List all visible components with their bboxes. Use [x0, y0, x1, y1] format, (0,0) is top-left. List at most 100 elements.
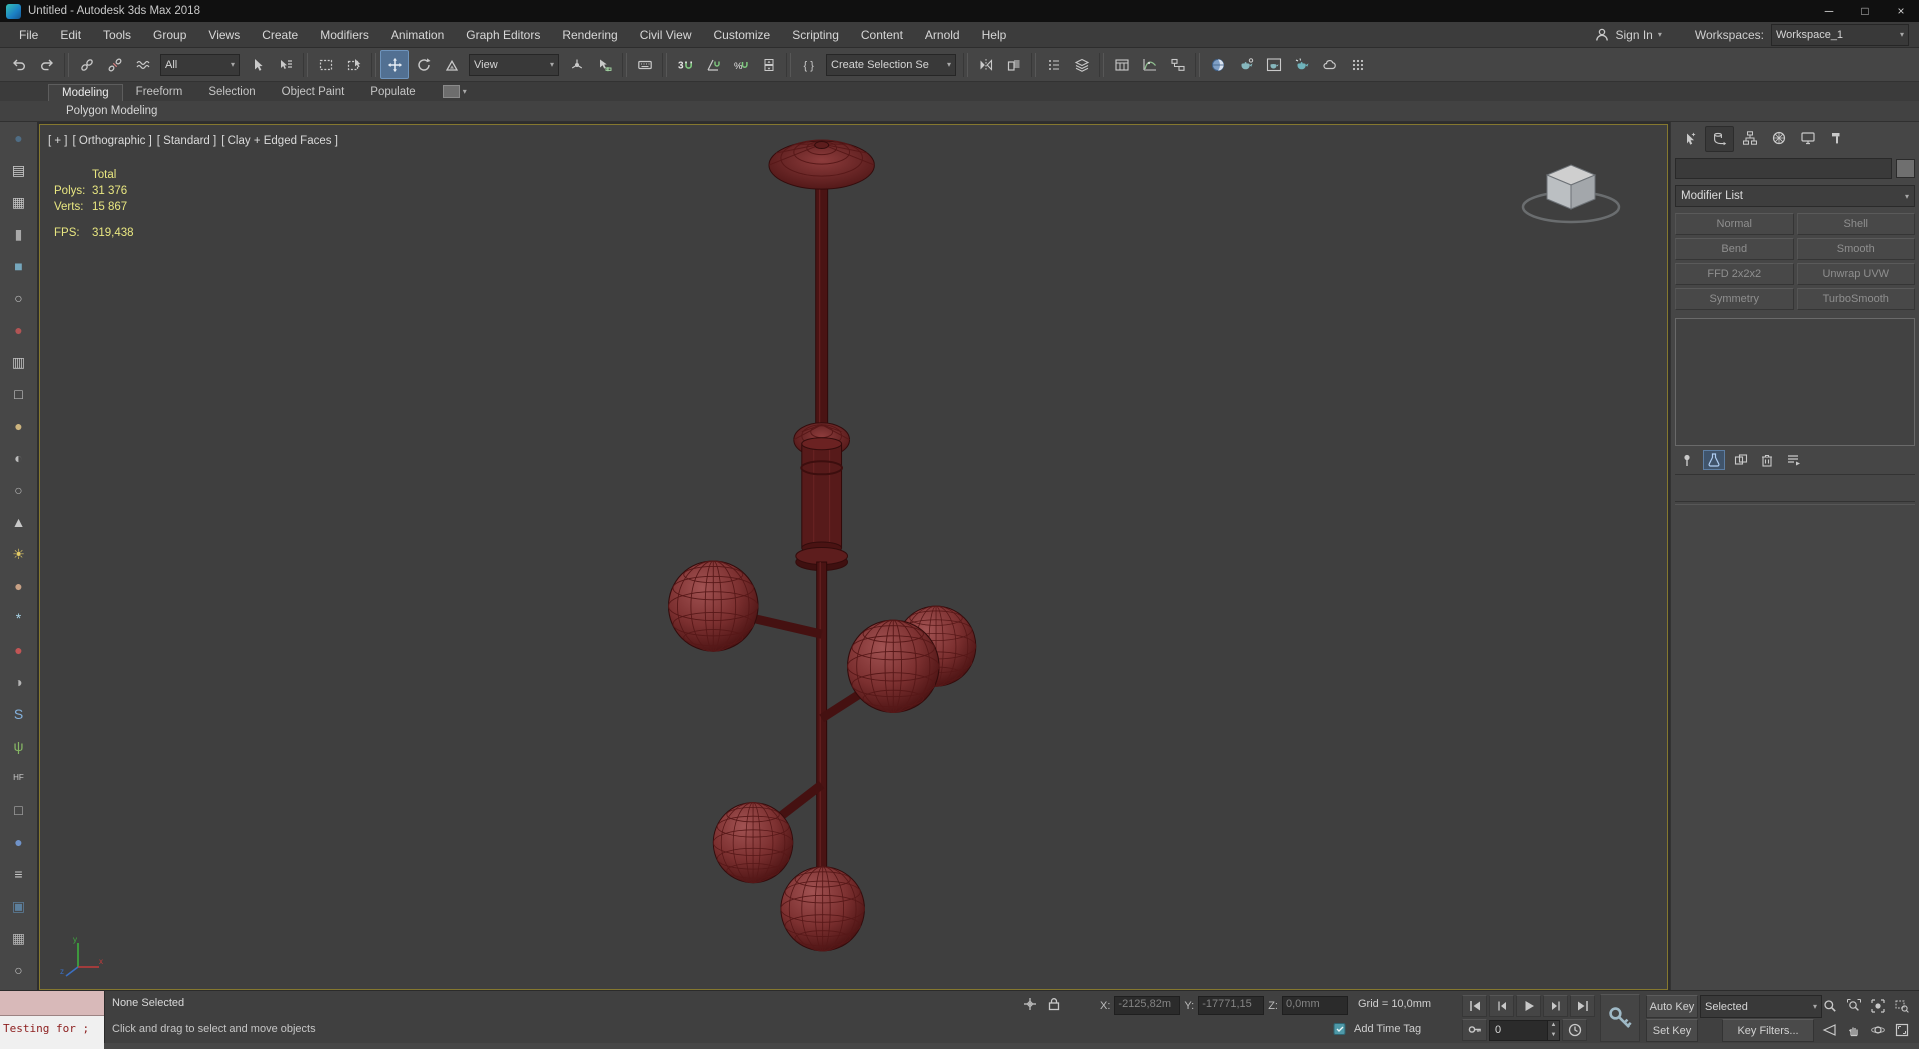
absolute-mode-toggle[interactable] [1022, 996, 1038, 1012]
render-in-cloud-icon[interactable] [1316, 51, 1343, 78]
close-button[interactable]: × [1883, 0, 1919, 22]
modifier-button-smooth[interactable]: Smooth [1796, 238, 1915, 260]
autodesk-app-store-icon[interactable] [1344, 51, 1371, 78]
menu-civil-view[interactable]: Civil View [629, 22, 703, 47]
modifier-button-shell[interactable]: Shell [1796, 213, 1915, 235]
left-tool-13-icon[interactable]: ▲ [7, 510, 30, 533]
selection-filter-dropdown[interactable]: All ▾ [160, 53, 240, 76]
maxscript-mini-listener[interactable]: Testing for ; [0, 991, 105, 1049]
menu-tools[interactable]: Tools [92, 22, 142, 47]
left-tool-8-icon[interactable]: ▥ [7, 350, 30, 373]
viewcube[interactable] [1501, 149, 1641, 239]
pan-view-button[interactable] [1842, 1018, 1865, 1041]
toggle-scene-explorer-icon[interactable] [1040, 51, 1067, 78]
previous-frame-button[interactable] [1489, 995, 1514, 1017]
command-tab-create[interactable] [1676, 126, 1703, 150]
workspace-dropdown[interactable]: Workspace_1 ▾ [1771, 23, 1909, 46]
left-tool-27-icon[interactable]: ○ [7, 958, 30, 981]
left-tool-6-icon[interactable]: ○ [7, 286, 30, 309]
select-by-name-icon[interactable] [272, 51, 299, 78]
left-tool-10-icon[interactable]: ● [7, 414, 30, 437]
left-tool-17-icon[interactable]: ● [7, 638, 30, 661]
left-tool-14-icon[interactable]: ☀ [7, 542, 30, 565]
left-tool-9-icon[interactable]: □ [7, 382, 30, 405]
render-setup-icon[interactable] [1232, 51, 1259, 78]
left-tool-11-icon[interactable]: ◐ [7, 446, 30, 469]
left-tool-5-icon[interactable]: ■ [7, 254, 30, 277]
show-end-result-button[interactable] [1703, 450, 1725, 470]
window-crossing-icon[interactable] [340, 51, 367, 78]
zoom-button[interactable] [1818, 994, 1841, 1017]
menu-content[interactable]: Content [850, 22, 914, 47]
key-mode-toggle[interactable] [1462, 1019, 1487, 1041]
pin-stack-button[interactable] [1677, 451, 1697, 469]
spinner-snap-toggle-icon[interactable] [755, 51, 782, 78]
left-tool-22-icon[interactable]: □ [7, 798, 30, 821]
left-tool-18-icon[interactable]: ◑ [7, 670, 30, 693]
go-to-start-button[interactable] [1462, 995, 1487, 1017]
macro-recorder-line[interactable] [0, 991, 104, 1016]
menu-views[interactable]: Views [197, 22, 251, 47]
field-of-view-button[interactable] [1818, 1018, 1841, 1041]
command-tab-hierarchy[interactable] [1736, 126, 1763, 150]
x-coordinate-field[interactable]: -2125,82m [1114, 996, 1181, 1015]
modifier-button-normal[interactable]: Normal [1675, 213, 1794, 235]
listener-line[interactable]: Testing for ; [0, 1016, 104, 1049]
auto-key-button[interactable]: Auto Key [1646, 995, 1698, 1018]
configure-modifier-sets-button[interactable] [1783, 451, 1803, 469]
left-tool-26-icon[interactable]: ▦ [7, 926, 30, 949]
modifier-list-dropdown[interactable]: Modifier List ▾ [1675, 185, 1915, 207]
toggle-layer-explorer-icon[interactable] [1068, 51, 1095, 78]
maximize-button[interactable]: □ [1847, 0, 1883, 22]
menu-edit[interactable]: Edit [49, 22, 92, 47]
modifier-button-symmetry[interactable]: Symmetry [1675, 288, 1794, 310]
object-name-field[interactable] [1675, 158, 1892, 179]
render-production-icon[interactable] [1288, 51, 1315, 78]
left-tool-4-icon[interactable]: ▮ [7, 222, 30, 245]
redo-icon[interactable] [33, 51, 60, 78]
ribbon-options-button[interactable]: ▾ [442, 85, 467, 101]
keyboard-shortcut-override-icon[interactable] [631, 51, 658, 78]
left-tool-15-icon[interactable]: ● [7, 574, 30, 597]
toggle-ribbon-icon[interactable] [1108, 51, 1135, 78]
angle-snap-toggle-icon[interactable] [699, 51, 726, 78]
polygon-modeling-panel[interactable]: Polygon Modeling [56, 104, 167, 119]
ribbon-tab-selection[interactable]: Selection [195, 84, 268, 101]
zoom-extents-button[interactable] [1866, 994, 1889, 1017]
y-coordinate-field[interactable]: -17771,15 [1198, 996, 1265, 1015]
bind-to-space-warp-icon[interactable] [129, 51, 156, 78]
menu-scripting[interactable]: Scripting [781, 22, 850, 47]
key-selection-set-dropdown[interactable]: Selected ▾ [1700, 995, 1822, 1018]
viewport-general-menu[interactable]: [ + ] [48, 135, 68, 147]
object-color-swatch[interactable] [1896, 159, 1915, 178]
left-tool-2-icon[interactable]: ▤ [7, 158, 30, 181]
menu-modifiers[interactable]: Modifiers [309, 22, 380, 47]
modifier-button-unwrap-uvw[interactable]: Unwrap UVW [1796, 263, 1915, 285]
mirror-icon[interactable] [972, 51, 999, 78]
sign-in-button[interactable]: Sign In ▾ [1594, 27, 1662, 43]
command-tab-utilities[interactable] [1823, 126, 1850, 150]
left-tool-23-icon[interactable]: ● [7, 830, 30, 853]
left-tool-24-icon[interactable]: ≡ [7, 862, 30, 885]
left-tool-3-icon[interactable]: ▦ [7, 190, 30, 213]
menu-customize[interactable]: Customize [703, 22, 782, 47]
select-and-scale-icon[interactable] [438, 51, 465, 78]
menu-group[interactable]: Group [142, 22, 197, 47]
next-frame-button[interactable] [1543, 995, 1568, 1017]
curve-editor-icon[interactable] [1136, 51, 1163, 78]
minimize-button[interactable]: ─ [1811, 0, 1847, 22]
play-animation-button[interactable] [1516, 995, 1541, 1017]
left-tool-25-icon[interactable]: ▣ [7, 894, 30, 917]
go-to-end-button[interactable] [1570, 995, 1595, 1017]
edit-named-selection-sets-icon[interactable]: { } [795, 51, 822, 78]
left-tool-20-icon[interactable]: ψ [7, 734, 30, 757]
menu-animation[interactable]: Animation [380, 22, 455, 47]
make-unique-button[interactable] [1731, 451, 1751, 469]
modifier-stack[interactable] [1675, 318, 1915, 446]
select-and-rotate-icon[interactable] [410, 51, 437, 78]
command-tab-display[interactable] [1794, 126, 1821, 150]
align-icon[interactable] [1000, 51, 1027, 78]
left-tool-21-icon[interactable]: HF [7, 766, 30, 789]
menu-rendering[interactable]: Rendering [551, 22, 628, 47]
viewport[interactable]: [ + ] [ Orthographic ] [ Standard ] [ Clay … [39, 124, 1668, 990]
